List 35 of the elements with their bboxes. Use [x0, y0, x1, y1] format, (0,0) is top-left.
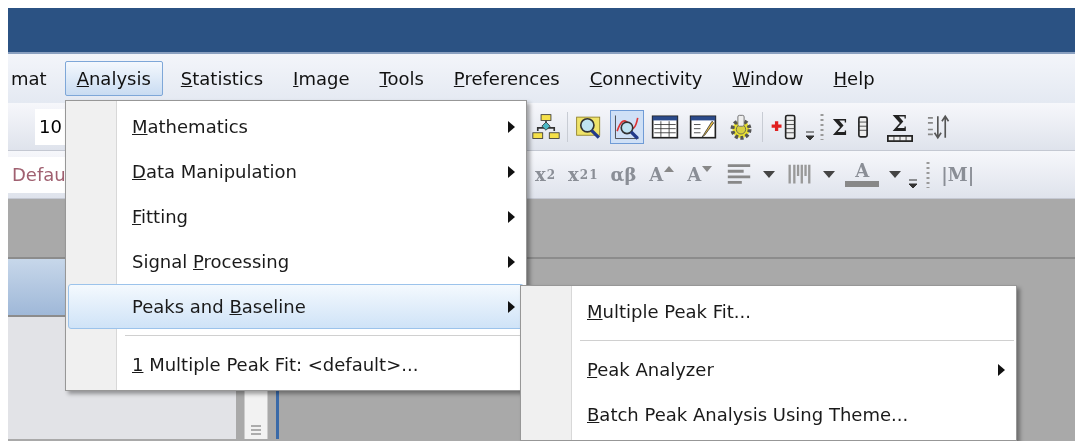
- menu-item[interactable]: Signal Processing: [68, 239, 524, 284]
- notes-pencil-icon: [689, 112, 717, 141]
- menu-item[interactable]: Peak Analyzer: [523, 347, 1014, 392]
- grip-icon: [250, 425, 262, 435]
- add-column-icon: [770, 112, 798, 141]
- menu-item[interactable]: Connectivity: [577, 61, 715, 96]
- menu-item[interactable]: Data Manipulation: [68, 149, 524, 194]
- menu-item[interactable]: Batch Peak Analysis Using Theme...: [523, 392, 1014, 437]
- table-icon: [651, 112, 679, 141]
- overflow-icon[interactable]: [805, 130, 815, 141]
- overflow-icon[interactable]: [908, 178, 919, 189]
- dropdown-arrow-icon: [763, 170, 776, 179]
- menu-item[interactable]: mat: [8, 61, 59, 96]
- sum-columns-button[interactable]: Σ: [829, 109, 880, 144]
- font-size-field[interactable]: 10: [35, 108, 67, 145]
- menu-item[interactable]: Tools: [367, 61, 436, 96]
- menu-item[interactable]: Peaks and Baseline: [68, 284, 524, 329]
- menu-item[interactable]: Window: [720, 61, 816, 96]
- menu-item[interactable]: Mathematics: [68, 104, 524, 149]
- tool-button[interactable]: [610, 109, 644, 144]
- style-field[interactable]: Defau: [8, 156, 65, 193]
- menu-item[interactable]: Analysis: [64, 61, 163, 96]
- menu-item[interactable]: Help: [821, 61, 887, 96]
- sigma-row-icon: [886, 134, 913, 142]
- flowchart-icon: [532, 112, 560, 141]
- dropdown-arrow-icon: [889, 170, 902, 179]
- dropdown-arrow-icon: [823, 170, 836, 179]
- menu-item[interactable]: 1 Multiple Peak Fit: <default>...: [68, 342, 524, 387]
- menu-item[interactable]: Statistics: [168, 61, 276, 96]
- menu-item[interactable]: Fitting: [68, 194, 524, 239]
- menu-item[interactable]: Image: [281, 61, 362, 96]
- menu-item[interactable]: Multiple Peak Fit...: [523, 289, 1014, 334]
- menu-item[interactable]: Preferences: [441, 61, 572, 96]
- sum-rows-button[interactable]: Σ: [883, 108, 916, 145]
- plot-magnifier-icon: [613, 112, 641, 141]
